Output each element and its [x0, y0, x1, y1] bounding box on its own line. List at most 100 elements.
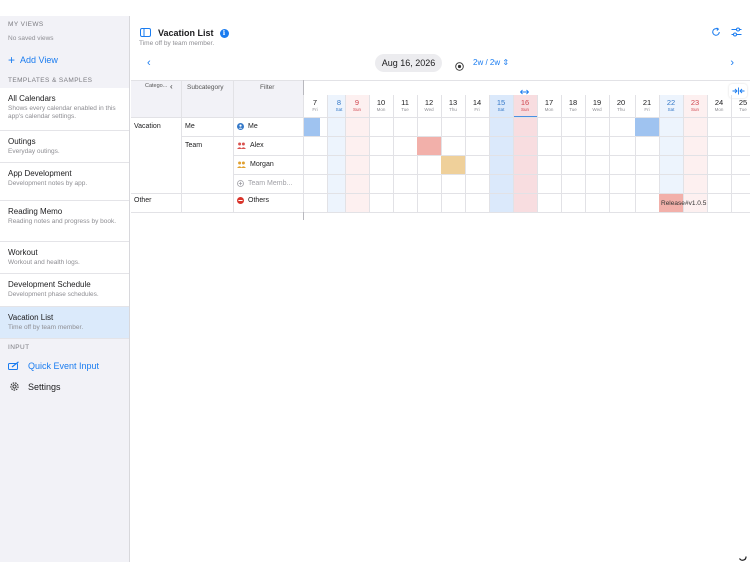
filter-morgan[interactable]: Morgan [237, 161, 274, 168]
settings-label: Settings [28, 381, 61, 392]
sidebar-item-outings[interactable]: Outings Everyday outings. [0, 131, 129, 163]
sidebar-item-desc: Workout and health logs. [8, 259, 80, 266]
day-number: 13 [448, 98, 458, 107]
filter-morgan-label: Morgan [250, 161, 274, 168]
filter-others[interactable]: Others [237, 197, 269, 204]
weekday-label: Wed [424, 107, 434, 112]
sidebar-item-desc: Development phase schedules. [8, 291, 99, 298]
day-header[interactable]: 15 Sat [489, 96, 513, 117]
people-icon [237, 142, 246, 149]
grid-line [233, 155, 750, 156]
weekday-label: Fri [474, 107, 480, 112]
grid-line [489, 95, 490, 212]
event-me-aug-7[interactable] [304, 118, 320, 136]
sidebar-item-workout[interactable]: Workout Workout and health logs. [0, 242, 129, 274]
day-number: 18 [568, 98, 578, 107]
day-header[interactable]: 13 Thu [441, 96, 465, 117]
sidebar-item-desc: Shows every calendar enabled in this app… [8, 105, 116, 120]
gear-icon [8, 381, 20, 392]
weekday-label: Thu [617, 107, 625, 112]
quick-event-input-button[interactable]: Quick Event Input [0, 355, 129, 376]
weekday-label: Tue [569, 107, 577, 112]
day-header[interactable]: 12 Wed [417, 96, 441, 117]
day-header[interactable]: 19 Wed [585, 96, 609, 117]
day-header[interactable]: 16 Sun [513, 96, 537, 117]
grid-line [131, 80, 750, 81]
day-header[interactable]: 11 Tue [393, 96, 417, 117]
quick-event-label: Quick Event Input [28, 360, 100, 371]
category-column-header[interactable]: Catego... [145, 83, 167, 89]
sidebar-item-title: Vacation List [8, 313, 54, 322]
weekday-label: Tue [739, 107, 747, 112]
sidebar-item-desc: Time off by team member. [8, 324, 84, 331]
sidebar-item-title: All Calendars [8, 94, 56, 103]
sidebar: MY VIEWS No saved views + Add View TEMPL… [0, 16, 130, 562]
weekday-label: Sun [352, 107, 361, 112]
range-selector[interactable]: 2w / 2w ⇕ [473, 58, 509, 67]
subcategory-column-header[interactable]: Subcategory [187, 84, 224, 91]
sidebar-item-title: App Development [8, 169, 72, 178]
day-header[interactable]: 21 Fri [635, 96, 659, 117]
filter-column-header[interactable]: Filter [260, 84, 274, 91]
grid-line [233, 174, 750, 175]
filter-sliders-icon[interactable] [731, 24, 742, 42]
category-other: Other [134, 197, 152, 204]
page-title: Vacation List [158, 28, 214, 38]
day-header[interactable]: 25 Tue [731, 96, 750, 117]
day-header[interactable]: 7 Fri [303, 96, 327, 117]
sidebar-item-desc: Everyday outings. [8, 148, 60, 155]
people-icon [237, 161, 246, 168]
weekday-label: Fri [644, 107, 650, 112]
day-number: 22 [666, 98, 676, 107]
settings-button[interactable]: Settings [0, 376, 129, 397]
weekday-label: Mon [714, 107, 724, 112]
today-target-icon[interactable] [455, 58, 464, 76]
filter-alex[interactable]: Alex [237, 142, 264, 149]
sidebar-item-development-schedule[interactable]: Development Schedule Development phase s… [0, 274, 129, 307]
sidebar-item-all-calendars[interactable]: All Calendars Shows every calendar enabl… [0, 88, 129, 131]
day-number: 7 [312, 98, 318, 107]
day-header[interactable]: 23 Sun [683, 96, 707, 117]
day-number: 10 [376, 98, 386, 107]
weekday-label: Mon [544, 107, 554, 112]
day-header[interactable]: 18 Tue [561, 96, 585, 117]
person-icon [237, 123, 244, 130]
filter-team-member[interactable]: Team Memb... [237, 180, 292, 187]
current-date-button[interactable]: Aug 16, 2026 [375, 54, 442, 72]
grid-line [609, 95, 610, 212]
sidebar-item-reading-memo[interactable]: Reading Memo Reading notes and progress … [0, 201, 129, 242]
event-me-aug-21[interactable] [635, 118, 659, 136]
filter-me[interactable]: Me [237, 123, 258, 130]
grid-line [585, 95, 586, 212]
page-subtitle: Time off by team member. [139, 40, 215, 47]
add-view-button[interactable]: + Add View [0, 48, 129, 72]
previous-period-button[interactable]: ‹ [147, 57, 151, 69]
day-header[interactable]: 24 Mon [707, 96, 731, 117]
next-period-button[interactable]: › [730, 57, 734, 69]
collapse-column-chevron-icon[interactable]: ‹ [170, 82, 173, 91]
weekday-label: Wed [592, 107, 602, 112]
templates-header: TEMPLATES & SAMPLES [8, 77, 93, 84]
day-number: 11 [401, 98, 409, 107]
day-header[interactable]: 10 Mon [369, 96, 393, 117]
grid-line [181, 80, 182, 212]
day-header[interactable]: 22 Sat [659, 96, 683, 117]
day-header[interactable]: 9 Sun [345, 96, 369, 117]
day-header[interactable]: 14 Fri [465, 96, 489, 117]
day-header[interactable]: 17 Mon [537, 96, 561, 117]
event-morgan-aug-13[interactable] [441, 156, 465, 174]
day-header[interactable]: 20 Thu [609, 96, 633, 117]
calendar-list: All Calendars Shows every calendar enabl… [0, 88, 129, 339]
my-views-header: MY VIEWS [8, 21, 44, 28]
weekday-label: Sun [520, 107, 529, 112]
add-circle-icon [237, 180, 244, 187]
sidebar-item-app-development[interactable]: App Development Development notes by app… [0, 163, 129, 201]
event-alex-aug-12[interactable] [417, 137, 441, 155]
refresh-icon[interactable] [711, 24, 721, 42]
weekday-label: Sat [667, 107, 675, 112]
day-number: 21 [642, 98, 652, 107]
sidebar-item-vacation-list[interactable]: Vacation List Time off by team member. [0, 307, 129, 339]
sidebar-item-title: Reading Memo [8, 207, 63, 216]
info-icon[interactable]: i [219, 28, 229, 38]
weekday-label: Tue [401, 107, 409, 112]
